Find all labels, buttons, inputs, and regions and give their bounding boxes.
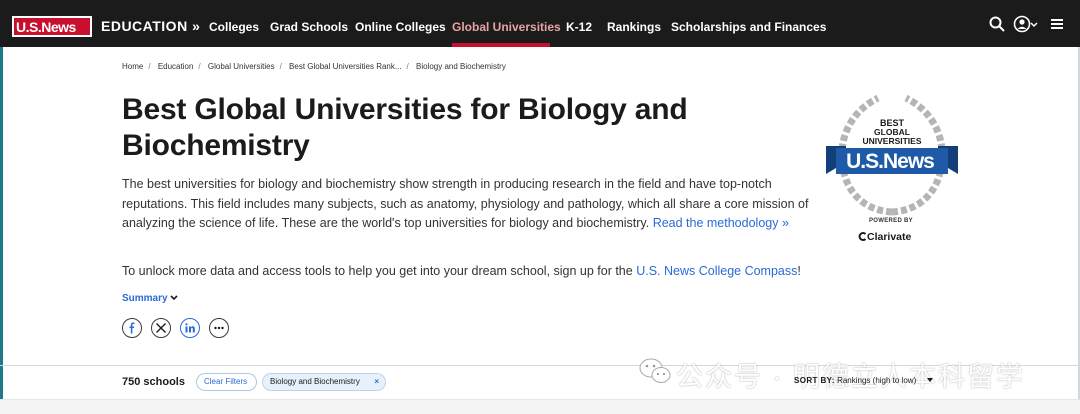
clarivate-logo: Clarivate	[858, 231, 911, 243]
menu-icon[interactable]	[1048, 15, 1066, 33]
facebook-icon	[129, 322, 135, 334]
compass-promo: To unlock more data and access tools to …	[122, 262, 842, 280]
sort-label: SORT BY:	[794, 376, 835, 385]
breadcrumb-current: Biology and Biochemistry	[416, 62, 506, 71]
nav-item-rankings[interactable]: Rankings	[607, 20, 661, 34]
share-more-button[interactable]	[209, 318, 229, 338]
nav-item-grad-schools[interactable]: Grad Schools	[270, 20, 348, 34]
wechat-icon	[639, 358, 671, 383]
nav-item-k12[interactable]: K-12	[566, 20, 592, 34]
breadcrumb-education[interactable]: Education	[158, 62, 194, 71]
methodology-link[interactable]: Read the methodology »	[653, 216, 789, 230]
left-edge	[0, 47, 3, 413]
powered-by-label: POWERED BY	[868, 218, 913, 224]
active-filter-chip[interactable]: Biology and Biochemistry ×	[262, 373, 386, 391]
usnews-logo[interactable]: U.S.News	[12, 16, 92, 37]
breadcrumb-home[interactable]: Home	[122, 62, 143, 71]
sort-control[interactable]: SORT BY: Rankings (high to low)	[794, 376, 934, 385]
nav-item-global-universities[interactable]: Global Universities	[452, 20, 561, 34]
remove-filter-icon[interactable]: ×	[374, 374, 379, 390]
breadcrumb: Home / Education / Global Universities / Be…	[122, 62, 506, 71]
breadcrumb-rankings[interactable]: Best Global Universities Rank...	[289, 62, 402, 71]
clear-filters-button[interactable]: Clear Filters	[196, 373, 257, 391]
summary-label: Summary	[122, 293, 168, 304]
best-global-universities-badge: BEST GLOBAL UNIVERSITIES U.S.News	[826, 94, 958, 216]
logo-text: U.S.News	[16, 19, 76, 35]
badge-line3: UNIVERSITIES	[862, 136, 921, 146]
more-icon	[214, 326, 224, 330]
share-facebook-button[interactable]	[122, 318, 142, 338]
results-count: 750 schools	[122, 376, 185, 388]
sort-value[interactable]: Rankings (high to low)	[837, 376, 916, 385]
clarivate-text: Clarivate	[867, 231, 912, 243]
nav-item-scholarships[interactable]: Scholarships and Finances	[671, 20, 826, 34]
active-filter-label: Biology and Biochemistry	[270, 377, 360, 386]
section-title[interactable]: EDUCATION »	[101, 18, 200, 34]
clarivate-icon	[858, 232, 867, 241]
badge-logo: U.S.News	[846, 150, 934, 173]
page-title: Best Global Universities for Biology and…	[122, 93, 688, 162]
page-description: The best universities for biology and bi…	[122, 175, 812, 234]
chevron-down-icon	[170, 295, 178, 301]
search-icon[interactable]	[988, 15, 1006, 33]
nav-item-online-colleges[interactable]: Online Colleges	[355, 20, 446, 34]
active-tab-indicator	[452, 43, 550, 47]
sort-caret-icon[interactable]	[926, 377, 934, 383]
nav-item-colleges[interactable]: Colleges	[209, 20, 259, 34]
share-x-button[interactable]	[151, 318, 171, 338]
promo-end: !	[797, 264, 801, 278]
watermark-text: 公众号 · 明德立人本科留学	[676, 362, 1025, 392]
promo-text: To unlock more data and access tools to …	[122, 264, 633, 278]
linkedin-icon	[185, 323, 195, 333]
top-navigation-bar: U.S.News EDUCATION » Colleges Grad Schoo…	[0, 0, 1080, 47]
results-list-top	[0, 399, 1080, 414]
breadcrumb-global-universities[interactable]: Global Universities	[208, 62, 275, 71]
x-icon	[156, 323, 166, 333]
summary-toggle[interactable]: Summary	[122, 293, 178, 304]
college-compass-link[interactable]: U.S. News College Compass	[636, 264, 797, 278]
chevron-down-icon[interactable]	[1029, 15, 1039, 33]
share-linkedin-button[interactable]	[180, 318, 200, 338]
